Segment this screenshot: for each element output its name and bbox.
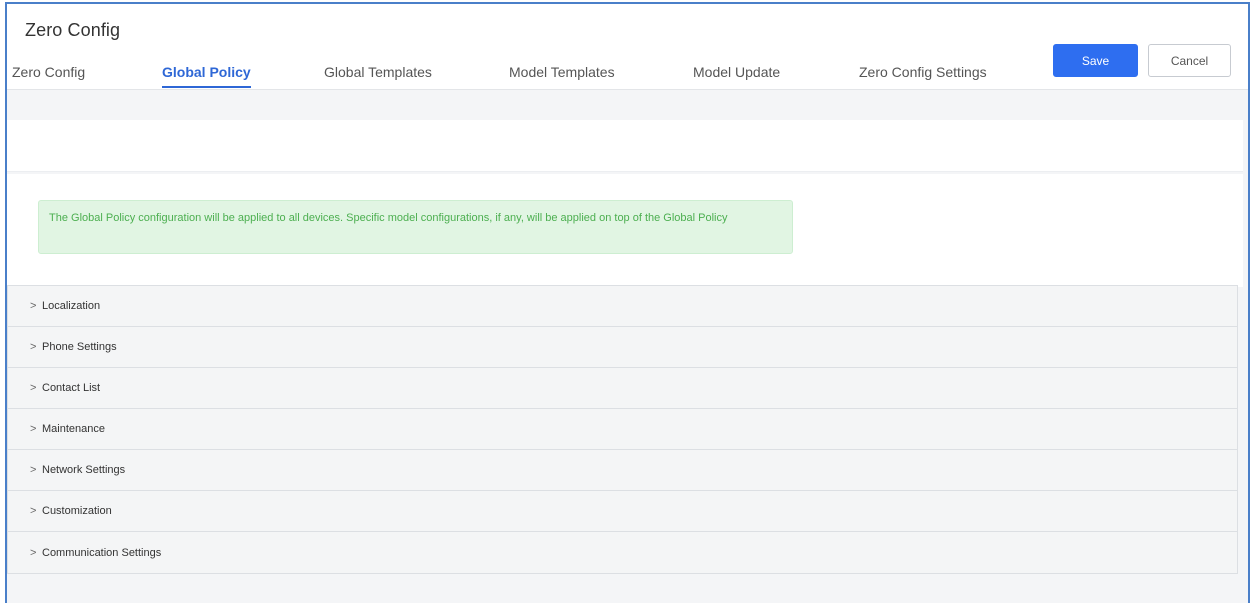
section-label: Phone Settings: [42, 341, 117, 353]
section-network-settings[interactable]: > Network Settings: [8, 450, 1237, 491]
section-label: Communication Settings: [42, 546, 162, 559]
info-notice: The Global Policy configuration will be …: [38, 200, 793, 254]
section-contact-list[interactable]: > Contact List: [8, 368, 1237, 409]
chevron-right-icon: >: [30, 341, 37, 353]
chevron-right-icon: >: [30, 382, 37, 394]
chevron-right-icon: >: [30, 546, 37, 559]
tab-model-templates[interactable]: Model Templates: [509, 62, 615, 90]
section-label: Localization: [42, 300, 101, 312]
save-button[interactable]: Save: [1053, 44, 1138, 77]
toolbar-band: [7, 120, 1243, 172]
page-title: Zero Config: [25, 20, 121, 40]
header: Zero Config Zero Config Global Policy Gl…: [7, 4, 1248, 90]
section-localization[interactable]: > Localization: [8, 286, 1237, 327]
tab-bar: Zero Config Global Policy Global Templat…: [7, 62, 1017, 90]
section-label: Contact List: [42, 382, 101, 394]
cancel-button[interactable]: Cancel: [1148, 44, 1231, 77]
settings-sections: > Localization > Phone Settings > Contac…: [7, 285, 1238, 574]
chevron-right-icon: >: [30, 423, 37, 435]
section-label: Customization: [42, 505, 112, 517]
section-phone-settings[interactable]: > Phone Settings: [8, 327, 1237, 368]
tab-zero-config[interactable]: Zero Config: [12, 62, 85, 90]
tab-global-templates[interactable]: Global Templates: [324, 62, 432, 90]
section-label: Network Settings: [42, 464, 126, 476]
tab-global-policy[interactable]: Global Policy: [162, 62, 251, 90]
tab-model-update[interactable]: Model Update: [693, 62, 780, 90]
section-communication-settings[interactable]: > Communication Settings: [8, 532, 1237, 573]
app-window: Zero Config Zero Config Global Policy Gl…: [5, 2, 1250, 603]
chevron-right-icon: >: [30, 300, 37, 312]
tab-zero-config-settings[interactable]: Zero Config Settings: [859, 62, 987, 90]
section-label: Maintenance: [42, 423, 105, 435]
chevron-right-icon: >: [30, 464, 37, 476]
chevron-right-icon: >: [30, 505, 37, 517]
section-maintenance[interactable]: > Maintenance: [8, 409, 1237, 450]
content-panel: The Global Policy configuration will be …: [7, 174, 1243, 287]
section-customization[interactable]: > Customization: [8, 491, 1237, 532]
